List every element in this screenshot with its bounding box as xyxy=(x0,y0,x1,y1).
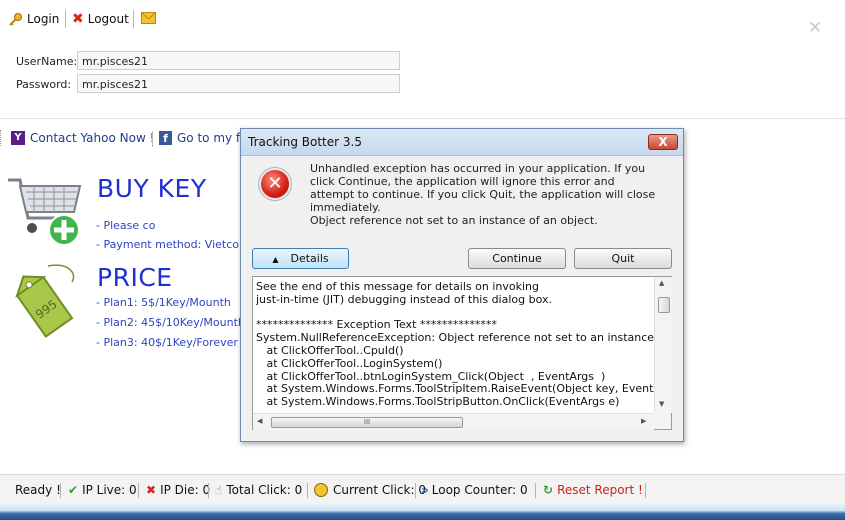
error-message: Unhandled exception has occurred in your… xyxy=(310,162,656,214)
status-bar: Ready ! ✔ IP Live: 0 ✖ IP Die: 0 ☝ Total… xyxy=(0,474,845,505)
grip-handle xyxy=(0,130,5,146)
username-label: UserName: xyxy=(16,55,78,68)
error-icon: ✕ xyxy=(259,168,291,200)
hand-pointer-icon: ☝ xyxy=(215,483,223,497)
top-toolbar: Login ✖ Logout ✕ xyxy=(0,0,845,38)
details-line: at System.Windows.Forms.ToolStripButton.… xyxy=(256,395,620,409)
facebook-label: Go to my fa xyxy=(177,131,248,145)
details-line: at ClickOfferTool..CpuId() xyxy=(256,343,404,357)
envelope-icon xyxy=(141,11,156,27)
status-divider xyxy=(60,483,61,498)
username-field[interactable]: mr.pisces21 xyxy=(77,51,400,70)
yahoo-icon: Y xyxy=(11,131,25,145)
error-detail-text: Object reference not set to an instance … xyxy=(310,214,598,227)
shopping-cart-icon xyxy=(6,172,86,253)
toolbar-divider xyxy=(65,10,66,28)
status-ip-die: ✖ IP Die: 0 xyxy=(146,482,210,498)
details-button[interactable]: ▲ Details xyxy=(252,248,349,269)
status-divider xyxy=(645,483,646,498)
status-divider xyxy=(307,483,308,498)
scroll-down-icon[interactable]: ▼ xyxy=(659,400,664,408)
status-divider xyxy=(535,483,536,498)
facebook-icon: f xyxy=(159,131,172,145)
scroll-right-icon[interactable]: ▶ xyxy=(641,417,646,425)
dialog-titlebar[interactable]: Tracking Botter 3.5 X xyxy=(241,129,683,156)
details-line: at ClickOfferTool..LoginSystem() xyxy=(256,356,443,370)
scroll-up-icon[interactable]: ▲ xyxy=(659,279,664,287)
contact-yahoo-label: Contact Yahoo Now ! xyxy=(30,131,155,145)
status-total-click: ☝ Total Click: 0 xyxy=(215,482,302,498)
plan-item: - Plan2: 45$/10Key/Mounth xyxy=(96,316,245,329)
horizontal-scrollbar[interactable]: ◀ III ▶ xyxy=(253,413,654,430)
contact-yahoo-link[interactable]: Y Contact Yahoo Now ! xyxy=(11,131,154,145)
vertical-scrollbar[interactable]: ▲ ▼ xyxy=(654,277,672,413)
close-icon[interactable]: ✕ xyxy=(806,19,824,37)
scroll-corner xyxy=(654,413,671,429)
password-label: Password: xyxy=(16,78,72,91)
reset-report-button[interactable]: ↻ Reset Report ! xyxy=(543,482,643,498)
exception-details-text: See the end of this message for details … xyxy=(256,281,654,413)
price-tag-icon: 995 xyxy=(8,262,80,341)
red-x-icon: ✖ xyxy=(146,483,157,497)
status-current-click: Current Click: 0 xyxy=(314,482,426,498)
mail-button[interactable] xyxy=(141,10,156,28)
vertical-scroll-thumb[interactable] xyxy=(658,297,670,313)
collapse-arrow-icon: ▲ xyxy=(272,255,279,264)
cursor-circle-icon xyxy=(314,483,328,497)
horizontal-scroll-thumb[interactable]: III xyxy=(271,417,463,428)
status-divider xyxy=(415,483,416,498)
logout-label: Logout xyxy=(87,12,129,26)
logout-button[interactable]: ✖ Logout xyxy=(72,10,129,28)
current-click-label: Current Click: 0 xyxy=(333,483,426,497)
taskbar-strip xyxy=(0,504,845,520)
contact-divider xyxy=(152,131,153,147)
price-heading: PRICE xyxy=(97,263,173,292)
buy-key-line: - Please co xyxy=(96,219,156,232)
details-label: Details xyxy=(290,252,329,265)
key-icon xyxy=(8,12,23,27)
buy-key-heading: BUY KEY xyxy=(97,174,207,203)
scroll-left-icon[interactable]: ◀ xyxy=(257,417,262,425)
ip-die-label: IP Die: 0 xyxy=(160,483,211,497)
check-icon: ✔ xyxy=(68,483,79,497)
login-label: Login xyxy=(27,12,60,26)
plan-item: - Plan1: 5$/1Key/Mounth xyxy=(96,296,231,309)
status-divider xyxy=(208,483,209,498)
continue-button[interactable]: Continue xyxy=(468,248,566,269)
loop-counter-label: Loop Counter: 0 xyxy=(431,483,528,497)
refresh-icon: ↻ xyxy=(543,483,554,497)
toolbar-divider xyxy=(133,10,134,28)
reset-report-label: Reset Report ! xyxy=(557,483,643,497)
login-button[interactable]: Login xyxy=(8,10,59,28)
status-ip-live: ✔ IP Live: 0 xyxy=(68,482,137,498)
double-chevron-icon: » xyxy=(421,483,429,497)
total-click-label: Total Click: 0 xyxy=(226,483,303,497)
status-loop-counter: » Loop Counter: 0 xyxy=(421,482,528,498)
divider xyxy=(0,118,845,119)
dialog-close-button[interactable]: X xyxy=(648,134,678,150)
plan-item: - Plan3: 40$/1Key/Forever xyxy=(96,336,238,349)
status-ready: Ready ! xyxy=(0,482,61,498)
status-ready-label: Ready ! xyxy=(15,483,61,497)
details-line: See the end of this message for details … xyxy=(256,281,539,293)
ip-live-label: IP Live: 0 xyxy=(82,483,137,497)
dialog-title: Tracking Botter 3.5 xyxy=(248,135,362,149)
facebook-link[interactable]: f Go to my fa xyxy=(159,131,248,145)
status-divider xyxy=(138,483,139,498)
details-line: just-in-time (JIT) debugging instead of … xyxy=(256,292,553,306)
red-x-icon: ✖ xyxy=(72,11,84,27)
password-field[interactable]: mr.pisces21 xyxy=(77,74,400,93)
exception-details-textbox[interactable]: See the end of this message for details … xyxy=(252,276,672,430)
quit-button[interactable]: Quit xyxy=(574,248,672,269)
